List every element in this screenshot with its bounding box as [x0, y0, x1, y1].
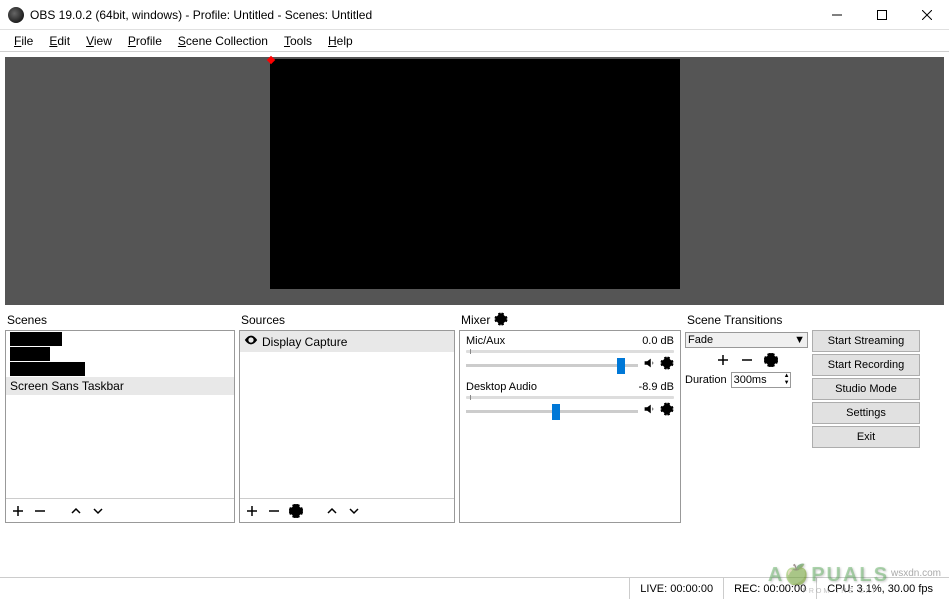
chevron-down-icon: ▼: [794, 334, 805, 346]
sources-header: Sources: [239, 310, 455, 330]
transition-buttons: [685, 352, 808, 368]
add-scene-button[interactable]: [10, 503, 26, 519]
mute-button[interactable]: [642, 402, 656, 421]
transition-select[interactable]: Fade ▼: [685, 332, 808, 348]
app-icon: [8, 7, 24, 23]
add-transition-button[interactable]: [715, 352, 731, 368]
controls-panel: Start Streaming Start Recording Studio M…: [812, 310, 924, 523]
preview-area[interactable]: [5, 57, 944, 305]
source-item[interactable]: Display Capture: [240, 331, 454, 352]
transition-selected-label: Fade: [688, 334, 713, 346]
menu-edit[interactable]: Edit: [41, 32, 78, 50]
maximize-button[interactable]: [859, 0, 904, 29]
track-settings-button[interactable]: [660, 356, 674, 375]
visibility-icon[interactable]: [244, 333, 258, 350]
sources-panel: Sources Display Capture: [239, 310, 455, 523]
mixer-track-desktop: Desktop Audio -8.9 dB: [460, 377, 680, 423]
scene-item[interactable]: [10, 347, 50, 361]
menu-profile[interactable]: Profile: [120, 32, 170, 50]
start-streaming-button[interactable]: Start Streaming: [812, 330, 920, 352]
minimize-button[interactable]: [814, 0, 859, 29]
mixer-track-name: Desktop Audio: [466, 381, 537, 393]
scenes-list[interactable]: Screen Sans Taskbar: [6, 331, 234, 498]
mixer-volume-slider[interactable]: [466, 410, 638, 413]
menu-view[interactable]: View: [78, 32, 120, 50]
menu-help[interactable]: Help: [320, 32, 361, 50]
mixer-meter: [466, 396, 674, 399]
resize-handle[interactable]: [266, 56, 274, 64]
slider-thumb[interactable]: [552, 404, 560, 420]
preview-canvas[interactable]: [270, 59, 680, 289]
source-properties-button[interactable]: [288, 503, 304, 519]
sources-list[interactable]: Display Capture: [240, 331, 454, 498]
remove-transition-button[interactable]: [739, 352, 755, 368]
titlebar: OBS 19.0.2 (64bit, windows) - Profile: U…: [0, 0, 949, 30]
watermark-sub: FROM THE EXP: [803, 588, 879, 595]
move-source-down-button[interactable]: [346, 503, 362, 519]
scenes-header: Scenes: [5, 310, 235, 330]
mixer-volume-slider[interactable]: [466, 364, 638, 367]
panels-row: Scenes Screen Sans Taskbar Sources: [0, 310, 949, 523]
transitions-header: Scene Transitions: [685, 310, 808, 330]
remove-source-button[interactable]: [266, 503, 282, 519]
mixer-track-level: -8.9 dB: [639, 381, 674, 393]
mixer-slider-row: [466, 356, 674, 375]
menu-scene-collection[interactable]: Scene Collection: [170, 32, 276, 50]
transition-duration-row: Duration ▲▼: [685, 372, 808, 388]
menu-tools[interactable]: Tools: [276, 32, 320, 50]
move-source-up-button[interactable]: [324, 503, 340, 519]
menu-file[interactable]: File: [6, 32, 41, 50]
mute-button[interactable]: [642, 356, 656, 375]
mixer-title: Mixer: [461, 313, 490, 327]
close-button[interactable]: [904, 0, 949, 29]
window-title: OBS 19.0.2 (64bit, windows) - Profile: U…: [30, 8, 814, 22]
transition-properties-button[interactable]: [763, 352, 779, 368]
track-settings-button[interactable]: [660, 402, 674, 421]
slider-thumb[interactable]: [617, 358, 625, 374]
move-scene-down-button[interactable]: [90, 503, 106, 519]
mixer-header: Mixer: [459, 310, 681, 330]
watermark-logo: A🍏PUALS: [768, 562, 889, 587]
scene-item[interactable]: [10, 362, 85, 376]
remove-scene-button[interactable]: [32, 503, 48, 519]
window-controls: [814, 0, 949, 29]
mixer-track-name: Mic/Aux: [466, 335, 505, 347]
add-source-button[interactable]: [244, 503, 260, 519]
duration-spinner[interactable]: ▲▼: [784, 373, 790, 387]
mixer-panel: Mixer Mic/Aux 0.0 dB: [459, 310, 681, 523]
status-live: LIVE: 00:00:00: [629, 578, 723, 599]
menubar: File Edit View Profile Scene Collection …: [0, 30, 949, 52]
watermark-url: wsxdn.com: [891, 568, 941, 579]
mixer-track-level: 0.0 dB: [642, 335, 674, 347]
start-recording-button[interactable]: Start Recording: [812, 354, 920, 376]
exit-button[interactable]: Exit: [812, 426, 920, 448]
scenes-panel: Scenes Screen Sans Taskbar: [5, 310, 235, 523]
duration-label: Duration: [685, 374, 727, 386]
scene-item[interactable]: [10, 332, 62, 346]
mixer-meter: [466, 350, 674, 353]
mixer-slider-row: [466, 402, 674, 421]
mixer-track-mic: Mic/Aux 0.0 dB: [460, 331, 680, 377]
transitions-panel: Scene Transitions Fade ▼ Duration ▲▼: [685, 310, 808, 523]
duration-input[interactable]: [731, 372, 791, 388]
settings-button[interactable]: Settings: [812, 402, 920, 424]
scene-item-selected[interactable]: Screen Sans Taskbar: [6, 377, 234, 395]
studio-mode-button[interactable]: Studio Mode: [812, 378, 920, 400]
source-label: Display Capture: [262, 335, 347, 349]
sources-toolbar: [240, 498, 454, 522]
move-scene-up-button[interactable]: [68, 503, 84, 519]
scenes-toolbar: [6, 498, 234, 522]
mixer-settings-button[interactable]: [494, 312, 508, 329]
